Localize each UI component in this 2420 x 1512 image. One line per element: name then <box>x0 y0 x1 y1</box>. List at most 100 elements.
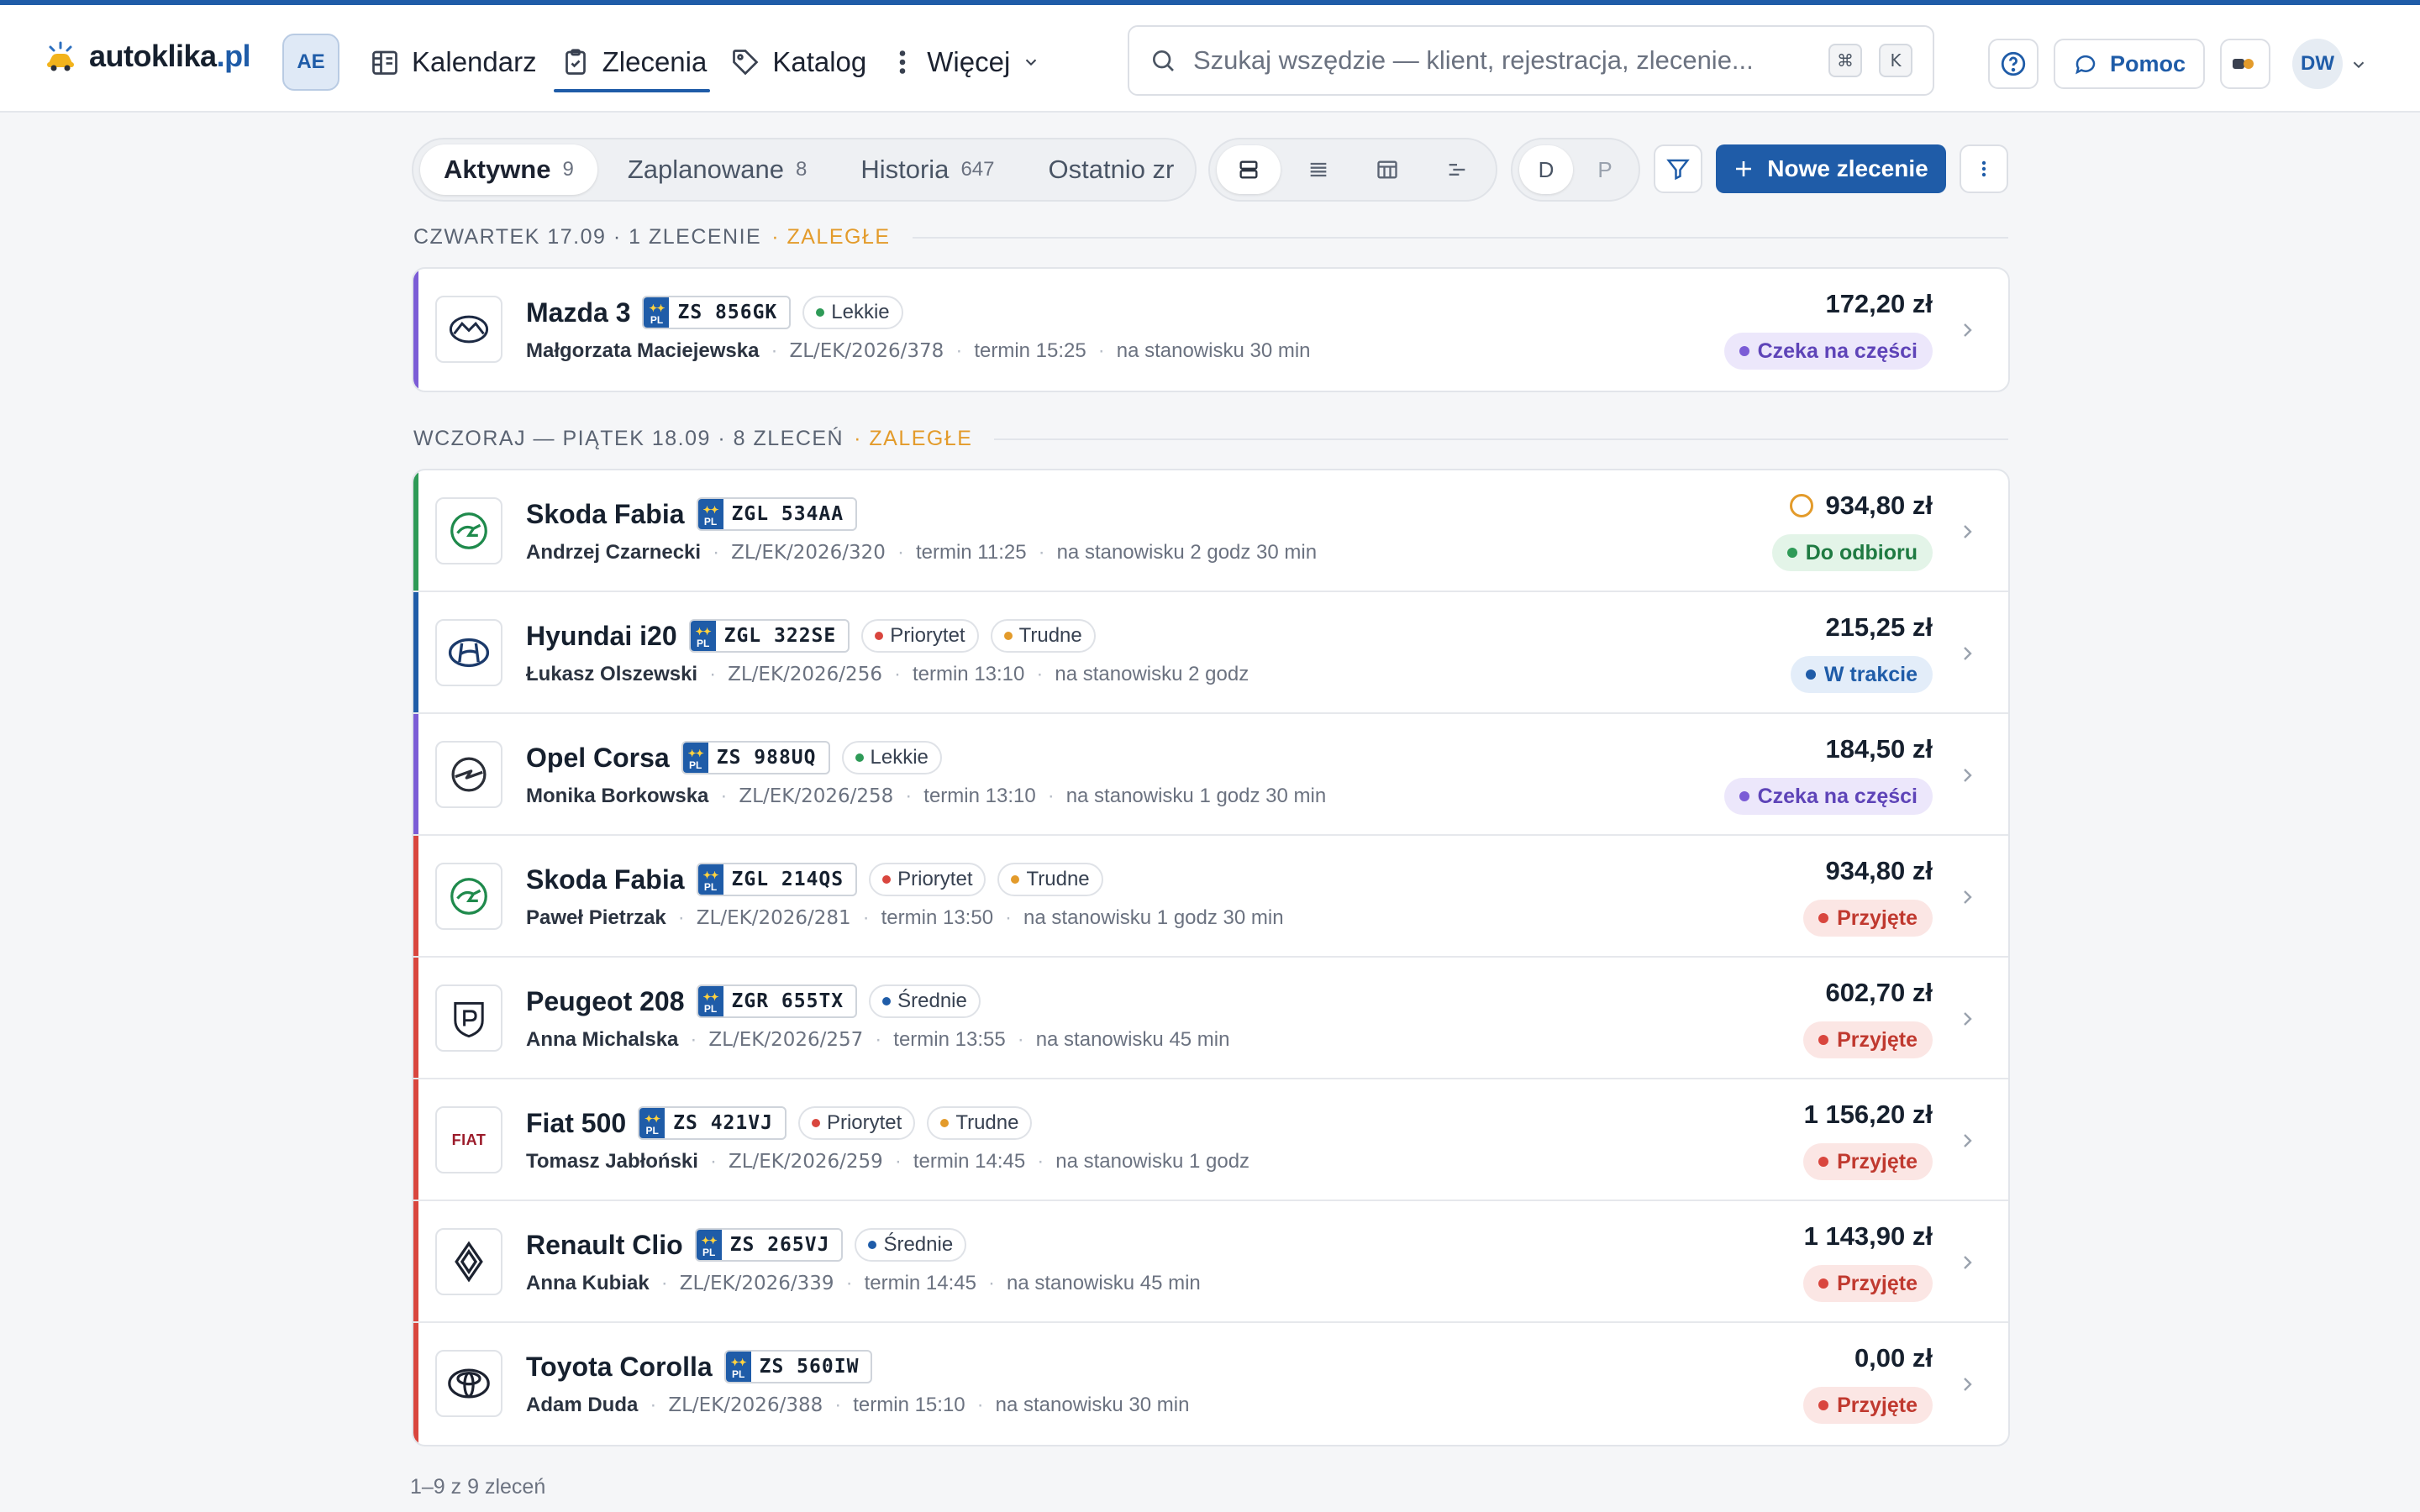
order-row[interactable]: Peugeot 208 ✦✦ PL ZGR 655TX Średnie Anna Mich… <box>413 958 2008 1079</box>
order-row[interactable]: Toyota Corolla ✦✦ PL ZS 560IW Adam Duda · ZL/E… <box>413 1323 2008 1445</box>
nav-zlecenia[interactable]: Zlecenia <box>553 35 711 92</box>
nav-label: Katalog <box>772 46 867 77</box>
time-on-station: na stanowisku 1 godz 30 min <box>1023 906 1284 929</box>
separator-dot: · <box>894 1150 902 1173</box>
tab-aktywne[interactable]: Aktywne 9 <box>420 144 597 195</box>
tag-icon <box>733 50 759 76</box>
view-timeline-button[interactable] <box>1425 145 1489 194</box>
chevron-right-icon[interactable] <box>1958 1128 1978 1153</box>
toggle-d[interactable]: D <box>1519 145 1573 194</box>
chevron-right-icon[interactable] <box>1958 1006 1978 1032</box>
tab-count: 647 <box>960 158 995 181</box>
order-row[interactable]: Mazda 3 ✦✦ PL ZS 856GK Lekkie Małgorzata Maci… <box>413 269 2008 391</box>
chevron-down-icon[interactable] <box>2349 55 2368 74</box>
plate-number: ZS 265VJ <box>729 1234 830 1256</box>
filter-button[interactable] <box>1654 144 1702 193</box>
status-label: Przyjęte <box>1837 1393 1918 1417</box>
customer-name: Małgorzata Maciejewska <box>526 339 760 362</box>
order-row[interactable]: Opel Corsa ✦✦ PL ZS 988UQ Lekkie Monika Borko… <box>413 714 2008 836</box>
status-badge: Przyjęte <box>1803 1143 1933 1180</box>
eu-flag-icon: ✦✦ PL <box>690 621 716 651</box>
more-options-button[interactable] <box>1960 144 2008 193</box>
order-row[interactable]: Skoda Fabia ✦✦ PL ZGL 534AA Andrzej Czarneck… <box>413 470 2008 592</box>
tag-dot <box>855 753 864 762</box>
user-avatar[interactable]: DW <box>2292 39 2343 89</box>
order-meta-line: Andrzej Czarnecki · ZL/EK/2026/320 · termin … <box>526 541 1317 564</box>
app-logo[interactable]: autoklika.pl <box>44 39 251 74</box>
order-title-line: Fiat 500 ✦✦ PL ZS 421VJ Priorytet Trudne <box>526 1106 1033 1140</box>
pending-ring-icon <box>1790 494 1814 517</box>
chevron-right-icon[interactable] <box>1958 1250 1978 1275</box>
chevron-right-icon[interactable] <box>1958 763 1978 788</box>
tab-zaplanowane[interactable]: Zaplanowane 8 <box>604 144 831 195</box>
workspace-badge[interactable]: AE <box>282 34 339 91</box>
chevron-right-icon[interactable] <box>1958 519 1978 544</box>
nav-kalendarz[interactable]: Kalendarz <box>368 35 539 89</box>
view-list-button[interactable] <box>1286 145 1350 194</box>
tab-count: 9 <box>562 158 574 181</box>
license-plate: ✦✦ PL ZS 988UQ <box>681 741 830 774</box>
order-price: 602,70 zł <box>1825 978 1933 1008</box>
status-badge: W trakcie <box>1790 656 1933 693</box>
nav-katalog[interactable]: Katalog <box>729 35 868 89</box>
tag-dot <box>811 1119 820 1127</box>
nav-wiecej[interactable]: Więcej <box>888 35 1042 89</box>
order-row[interactable]: Skoda Fabia ✦✦ PL ZGL 214QS Priorytet Trudne P… <box>413 836 2008 958</box>
tab-historia[interactable]: Historia 647 <box>837 144 1018 195</box>
status-dot <box>1739 346 1749 356</box>
car-model: Toyota Corolla <box>526 1351 713 1382</box>
license-plate: ✦✦ PL ZGR 655TX <box>696 984 858 1018</box>
car-model: Skoda Fabia <box>526 498 685 529</box>
status-label: Przyjęte <box>1837 1271 1918 1295</box>
car-model: Hyundai i20 <box>526 620 677 651</box>
tab-ostatnio[interactable]: Ostatnio zr <box>1024 144 1195 195</box>
chevron-right-icon[interactable] <box>1958 885 1978 910</box>
status-dot <box>1786 548 1797 558</box>
order-row[interactable]: Hyundai i20 ✦✦ PL ZGL 322SE Priorytet Trudne Ł… <box>413 592 2008 714</box>
order-meta-line: Małgorzata Maciejewska · ZL/EK/2026/378 · te… <box>526 339 1311 363</box>
view-table-button[interactable] <box>1355 145 1419 194</box>
customer-name: Tomasz Jabłoński <box>526 1150 698 1173</box>
separator-dot: · <box>660 1272 668 1294</box>
filter-icon <box>1666 159 1690 181</box>
separator-dot: · <box>845 1272 853 1294</box>
view-cards-button[interactable] <box>1217 145 1281 194</box>
help-button[interactable] <box>1988 39 2039 89</box>
toggle-p[interactable]: P <box>1578 145 1632 194</box>
tag-label: Lekkie <box>870 746 929 769</box>
search-input[interactable] <box>1193 45 1812 76</box>
account-switch-button[interactable] <box>2220 39 2270 89</box>
new-order-button[interactable]: Nowe zlecenie <box>1716 144 1946 193</box>
plate-number: ZGR 655TX <box>731 990 844 1012</box>
car-model: Renault Clio <box>526 1229 683 1260</box>
separator-dot: · <box>677 906 685 929</box>
main-nav: Kalendarz Zlecenia Katalog Więcej <box>368 35 1042 92</box>
brand-logo <box>435 1350 502 1417</box>
status-label: Przyjęte <box>1837 906 1918 930</box>
price-value: 934,80 zł <box>1825 856 1933 885</box>
view-switcher <box>1208 138 1497 202</box>
order-row[interactable]: Renault Clio ✦✦ PL ZS 265VJ Średnie Anna Kubi… <box>413 1201 2008 1323</box>
difficulty-tag: Trudne <box>990 619 1096 653</box>
logo-tld: .pl <box>216 39 251 73</box>
price-value: 1 156,20 zł <box>1803 1100 1933 1129</box>
calendar-icon <box>372 50 397 75</box>
cards-view-icon <box>1239 160 1258 179</box>
license-plate: ✦✦ PL ZGL 534AA <box>696 497 858 531</box>
chevron-right-icon[interactable] <box>1958 1372 1978 1397</box>
separator-dot: · <box>709 663 717 685</box>
license-plate: ✦✦ PL ZS 265VJ <box>694 1228 844 1262</box>
nav-label: Zlecenia <box>602 46 708 77</box>
global-search[interactable]: ⌘ K <box>1128 25 1934 96</box>
pomoc-button[interactable]: Pomoc <box>2054 39 2205 89</box>
brand-logo <box>435 863 502 930</box>
order-number: ZL/EK/2026/257 <box>708 1029 864 1051</box>
order-title-line: Toyota Corolla ✦✦ PL ZS 560IW <box>526 1350 873 1383</box>
plate-number: ZS 421VJ <box>673 1112 773 1134</box>
tag-dot <box>1011 875 1020 884</box>
help-circle-icon <box>2001 51 2026 76</box>
due-time: termin 15:10 <box>853 1394 965 1416</box>
order-row[interactable]: FIAT Fiat 500 ✦✦ PL ZS 421VJ Priorytet Trudne T… <box>413 1079 2008 1201</box>
chevron-right-icon[interactable] <box>1958 641 1978 666</box>
chevron-right-icon[interactable] <box>1958 318 1978 343</box>
